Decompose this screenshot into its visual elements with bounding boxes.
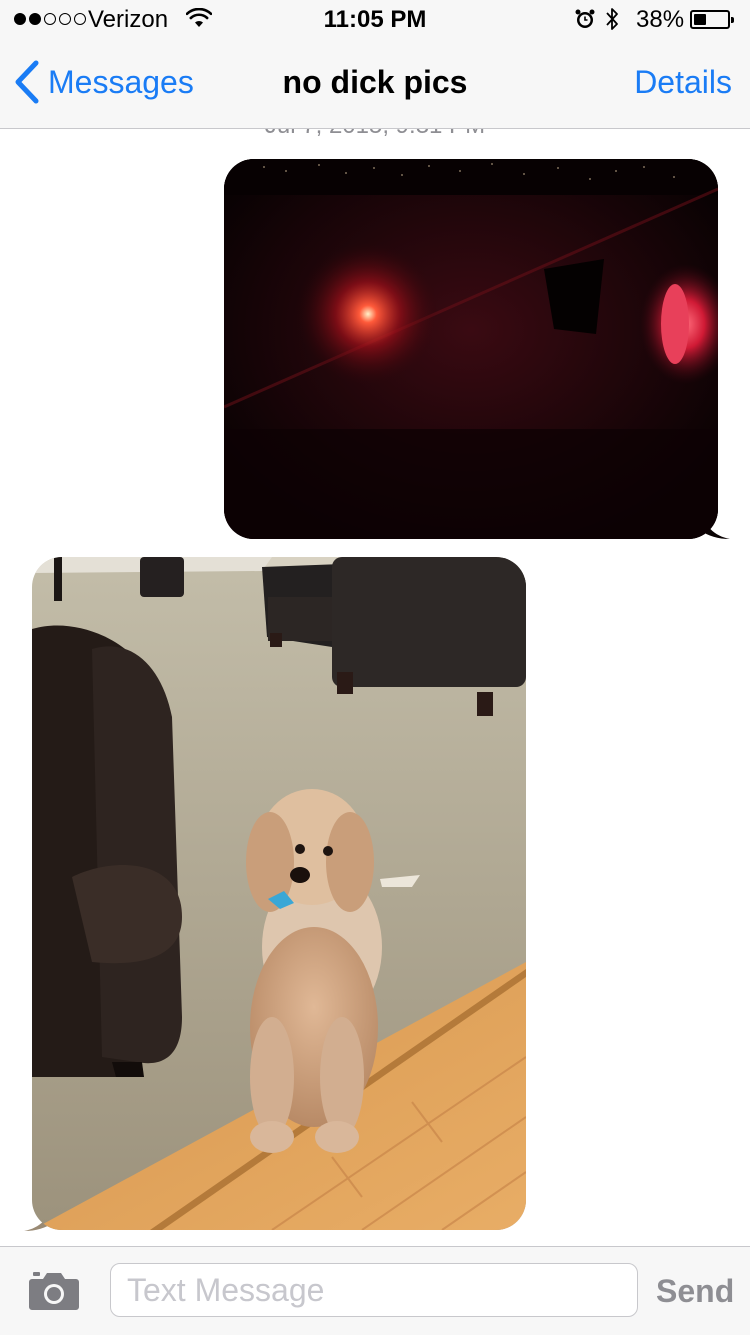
received-photo-message[interactable]	[32, 557, 526, 1230]
text-message-input[interactable]	[111, 1264, 637, 1316]
battery-icon	[690, 10, 734, 29]
dog-photo	[32, 557, 526, 1230]
message-input-bar: Send	[0, 1246, 750, 1335]
battery-percent: 38%	[636, 6, 685, 33]
alarm-icon	[575, 9, 595, 28]
bluetooth-icon	[606, 8, 618, 30]
send-button[interactable]: Send	[656, 1273, 734, 1310]
text-message-field[interactable]	[110, 1263, 638, 1317]
navigation-bar: Messages no dick pics Details	[0, 40, 750, 128]
details-button[interactable]: Details	[634, 64, 732, 101]
top-bar: Verizon 11:05 PM 38% Messages no dick pi…	[0, 0, 750, 129]
red-lights-photo	[224, 159, 718, 539]
status-bar: Verizon 11:05 PM 38%	[0, 0, 750, 40]
sent-photo-message[interactable]	[224, 159, 718, 539]
camera-icon[interactable]	[28, 1271, 80, 1311]
